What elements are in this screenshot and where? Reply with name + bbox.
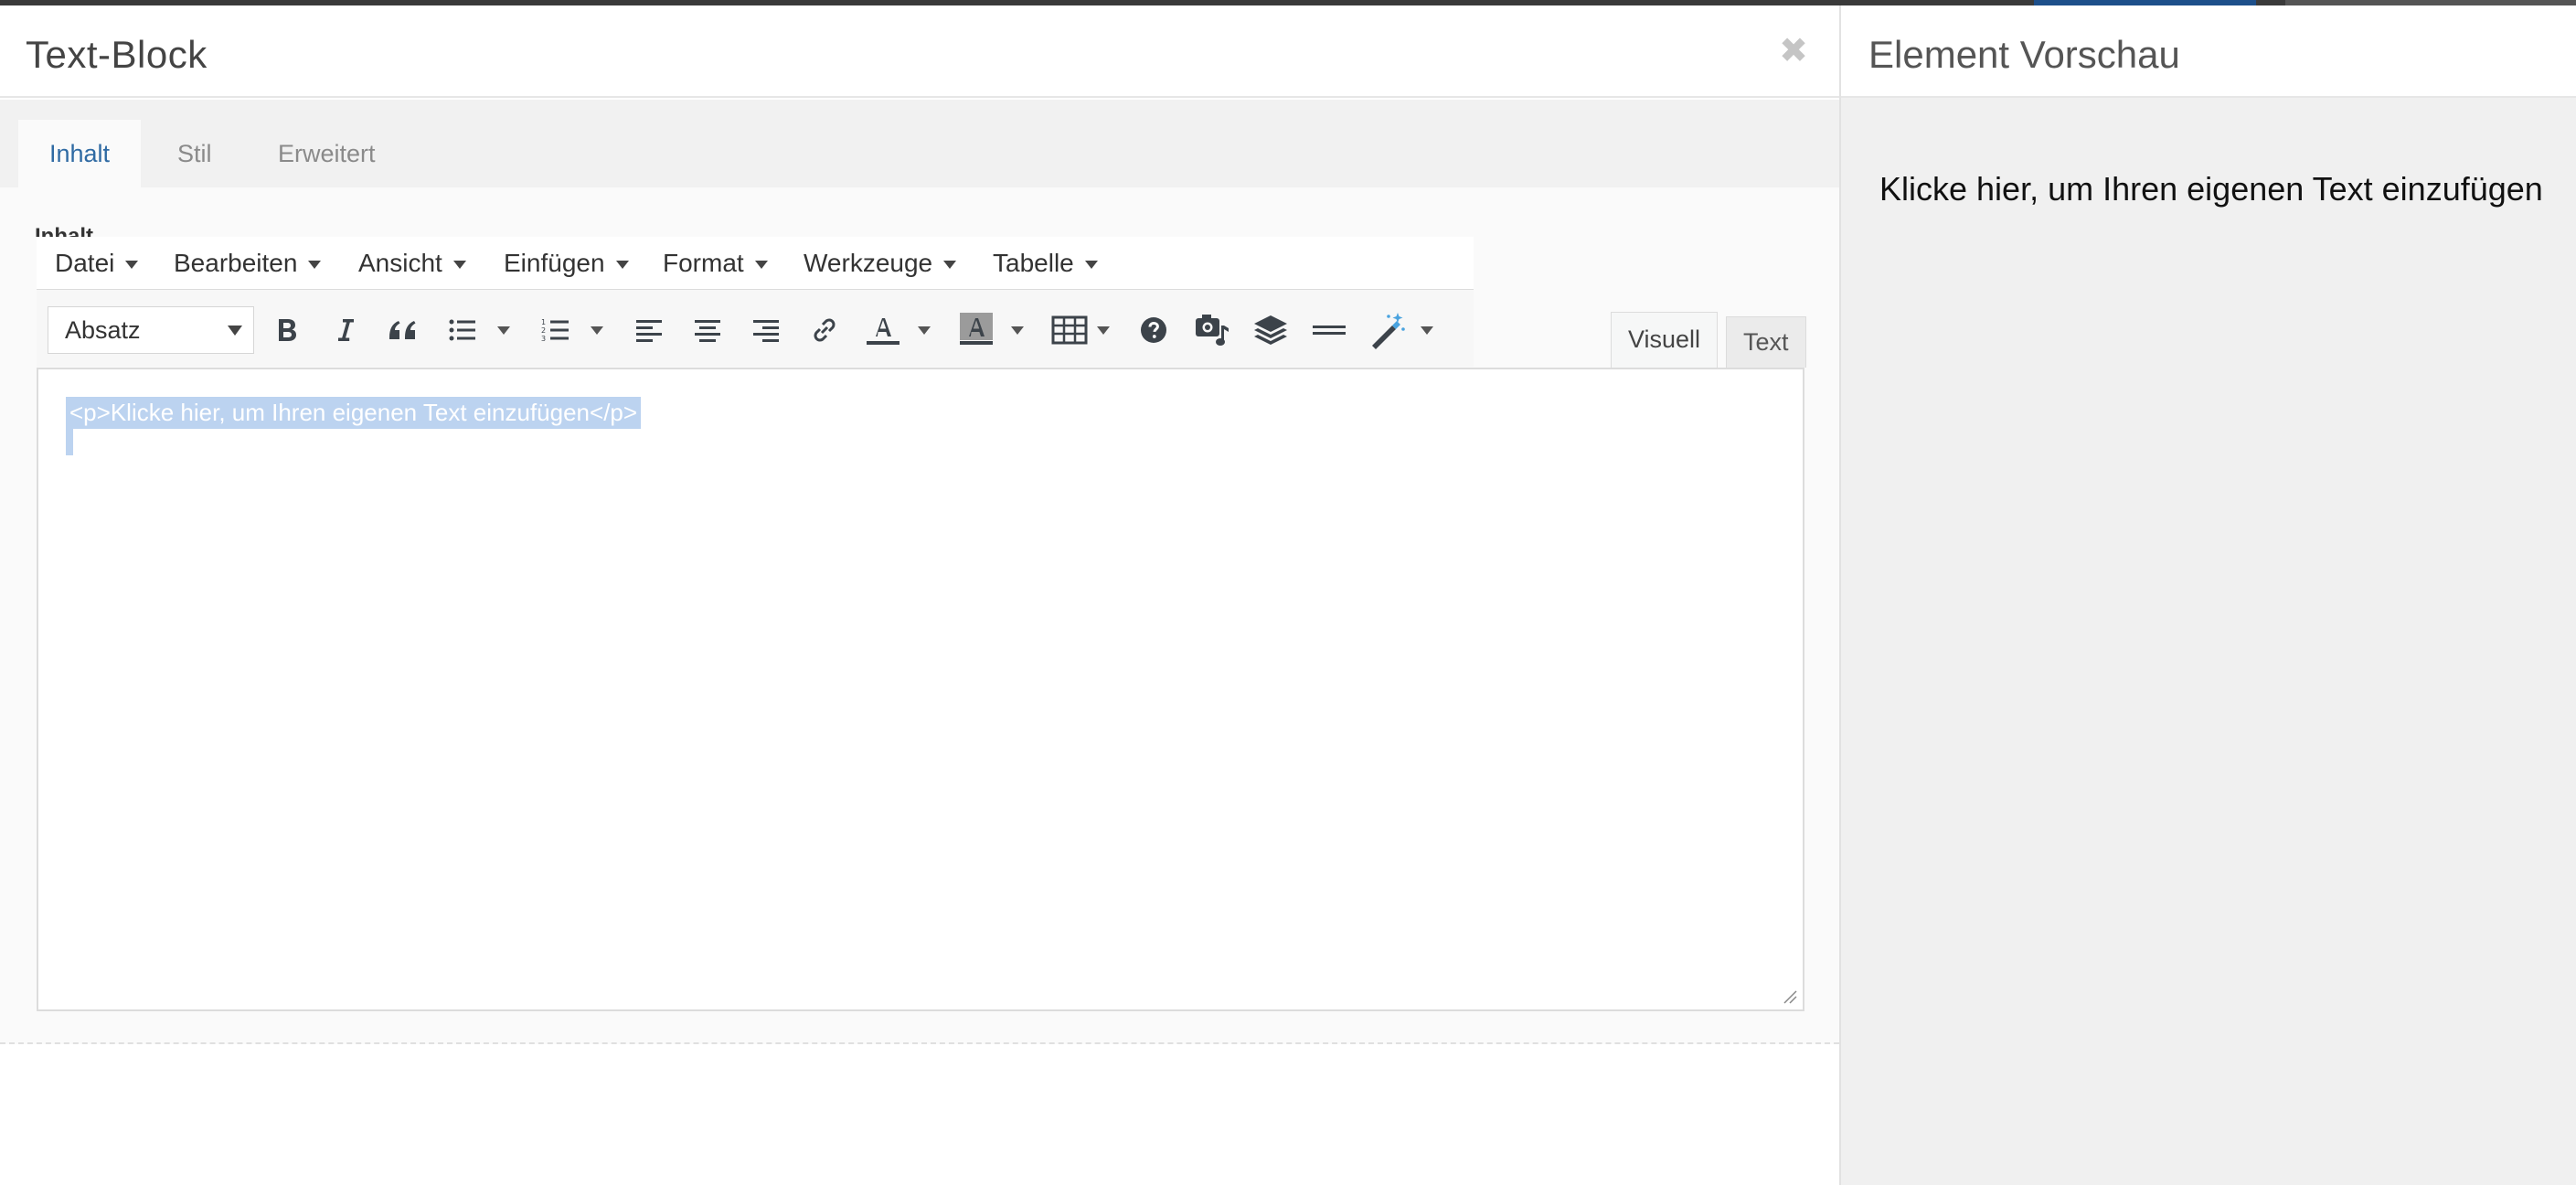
text-color-icon[interactable] (859, 304, 907, 356)
menu-tabelle[interactable]: Tabelle (993, 237, 1098, 290)
preview-text: Klicke hier, um Ihren eigenen Text einzu… (1879, 170, 2543, 208)
editor-content[interactable]: <p>Klicke hier, um Ihren eigenen Text ei… (66, 397, 642, 429)
chevron-down-icon (452, 261, 466, 270)
numbered-list-icon[interactable]: 123 (532, 304, 580, 356)
horizontal-rule-icon[interactable] (1305, 304, 1353, 356)
align-left-icon[interactable] (625, 304, 673, 356)
italic-icon[interactable] (322, 304, 369, 356)
tab-stil[interactable]: Stil (146, 120, 243, 187)
chevron-down-icon (615, 261, 629, 270)
menu-label: Ansicht (358, 249, 442, 277)
menu-label: Einfügen (504, 249, 605, 277)
preview-title: Element Vorschau (1868, 33, 2180, 76)
modal-header: Text-Block ✖ (0, 5, 1839, 98)
background-color-icon[interactable] (953, 304, 1000, 356)
modal-title: Text-Block (26, 33, 208, 76)
menu-format[interactable]: Format (663, 237, 768, 290)
editor-menubar: Datei Bearbeiten Ansicht Einfügen Format… (37, 237, 1474, 290)
svg-text:3: 3 (541, 335, 546, 343)
layers-icon[interactable] (1247, 304, 1294, 356)
bullet-list-dropdown[interactable] (497, 326, 510, 335)
tab-visuell[interactable]: Visuell (1611, 312, 1719, 368)
link-icon[interactable] (801, 304, 848, 356)
preview-header: Element Vorschau (1841, 5, 2576, 98)
editor-toolbar: Absatz 123 (37, 290, 1474, 367)
modal-tabs: Inhalt Stil Erweitert (0, 100, 1839, 187)
field-label: Inhalt (35, 224, 93, 237)
menu-datei[interactable]: Datei (55, 237, 139, 290)
resize-handle-icon[interactable] (1783, 989, 1797, 1004)
media-icon[interactable] (1188, 304, 1236, 356)
table-icon[interactable] (1046, 304, 1093, 356)
table-dropdown[interactable] (1097, 326, 1110, 335)
help-icon[interactable] (1130, 304, 1177, 356)
menu-ansicht[interactable]: Ansicht (358, 237, 466, 290)
text-block-modal: Text-Block ✖ Inhalt Stil Erweitert Inhal… (0, 5, 1839, 1185)
text-color-dropdown[interactable] (918, 326, 931, 335)
editor-textarea[interactable]: <p>Klicke hier, um Ihren eigenen Text ei… (37, 368, 1804, 1011)
element-preview-panel: Element Vorschau Klicke hier, um Ihren e… (1839, 5, 2576, 1185)
numbered-list-dropdown[interactable] (591, 326, 603, 335)
format-select-value: Absatz (65, 316, 141, 344)
align-right-icon[interactable] (742, 304, 790, 356)
chevron-down-icon (125, 261, 139, 270)
menu-einfuegen[interactable]: Einfügen (504, 237, 629, 290)
tab-erweitert[interactable]: Erweitert (247, 120, 407, 187)
svg-text:2: 2 (541, 326, 546, 335)
svg-text:1: 1 (541, 318, 546, 326)
format-select[interactable]: Absatz (48, 306, 254, 354)
chevron-down-icon (943, 261, 957, 270)
menu-label: Tabelle (993, 249, 1074, 277)
menu-label: Format (663, 249, 744, 277)
bullet-list-icon[interactable] (439, 304, 486, 356)
chevron-down-icon (228, 326, 242, 336)
menu-werkzeuge[interactable]: Werkzeuge (804, 237, 957, 290)
align-center-icon[interactable] (684, 304, 731, 356)
chevron-down-icon (754, 261, 768, 270)
tab-inhalt[interactable]: Inhalt (18, 120, 142, 187)
menu-label: Werkzeuge (804, 249, 933, 277)
menu-bearbeiten[interactable]: Bearbeiten (174, 237, 322, 290)
text-cursor (66, 428, 73, 455)
chevron-down-icon (1084, 261, 1098, 270)
content-area: Inhalt Datei Bearbeiten Ansicht Einfügen… (0, 187, 1839, 1044)
bold-icon[interactable] (263, 304, 311, 356)
menu-label: Datei (55, 249, 115, 277)
magic-wand-dropdown[interactable] (1421, 326, 1433, 335)
background-color-dropdown[interactable] (1011, 326, 1024, 335)
tab-text[interactable]: Text (1726, 316, 1806, 368)
close-icon[interactable]: ✖ (1779, 33, 1808, 69)
menu-label: Bearbeiten (174, 249, 298, 277)
chevron-down-icon (308, 261, 322, 270)
magic-wand-icon[interactable] (1364, 304, 1411, 356)
blockquote-icon[interactable] (379, 304, 427, 356)
